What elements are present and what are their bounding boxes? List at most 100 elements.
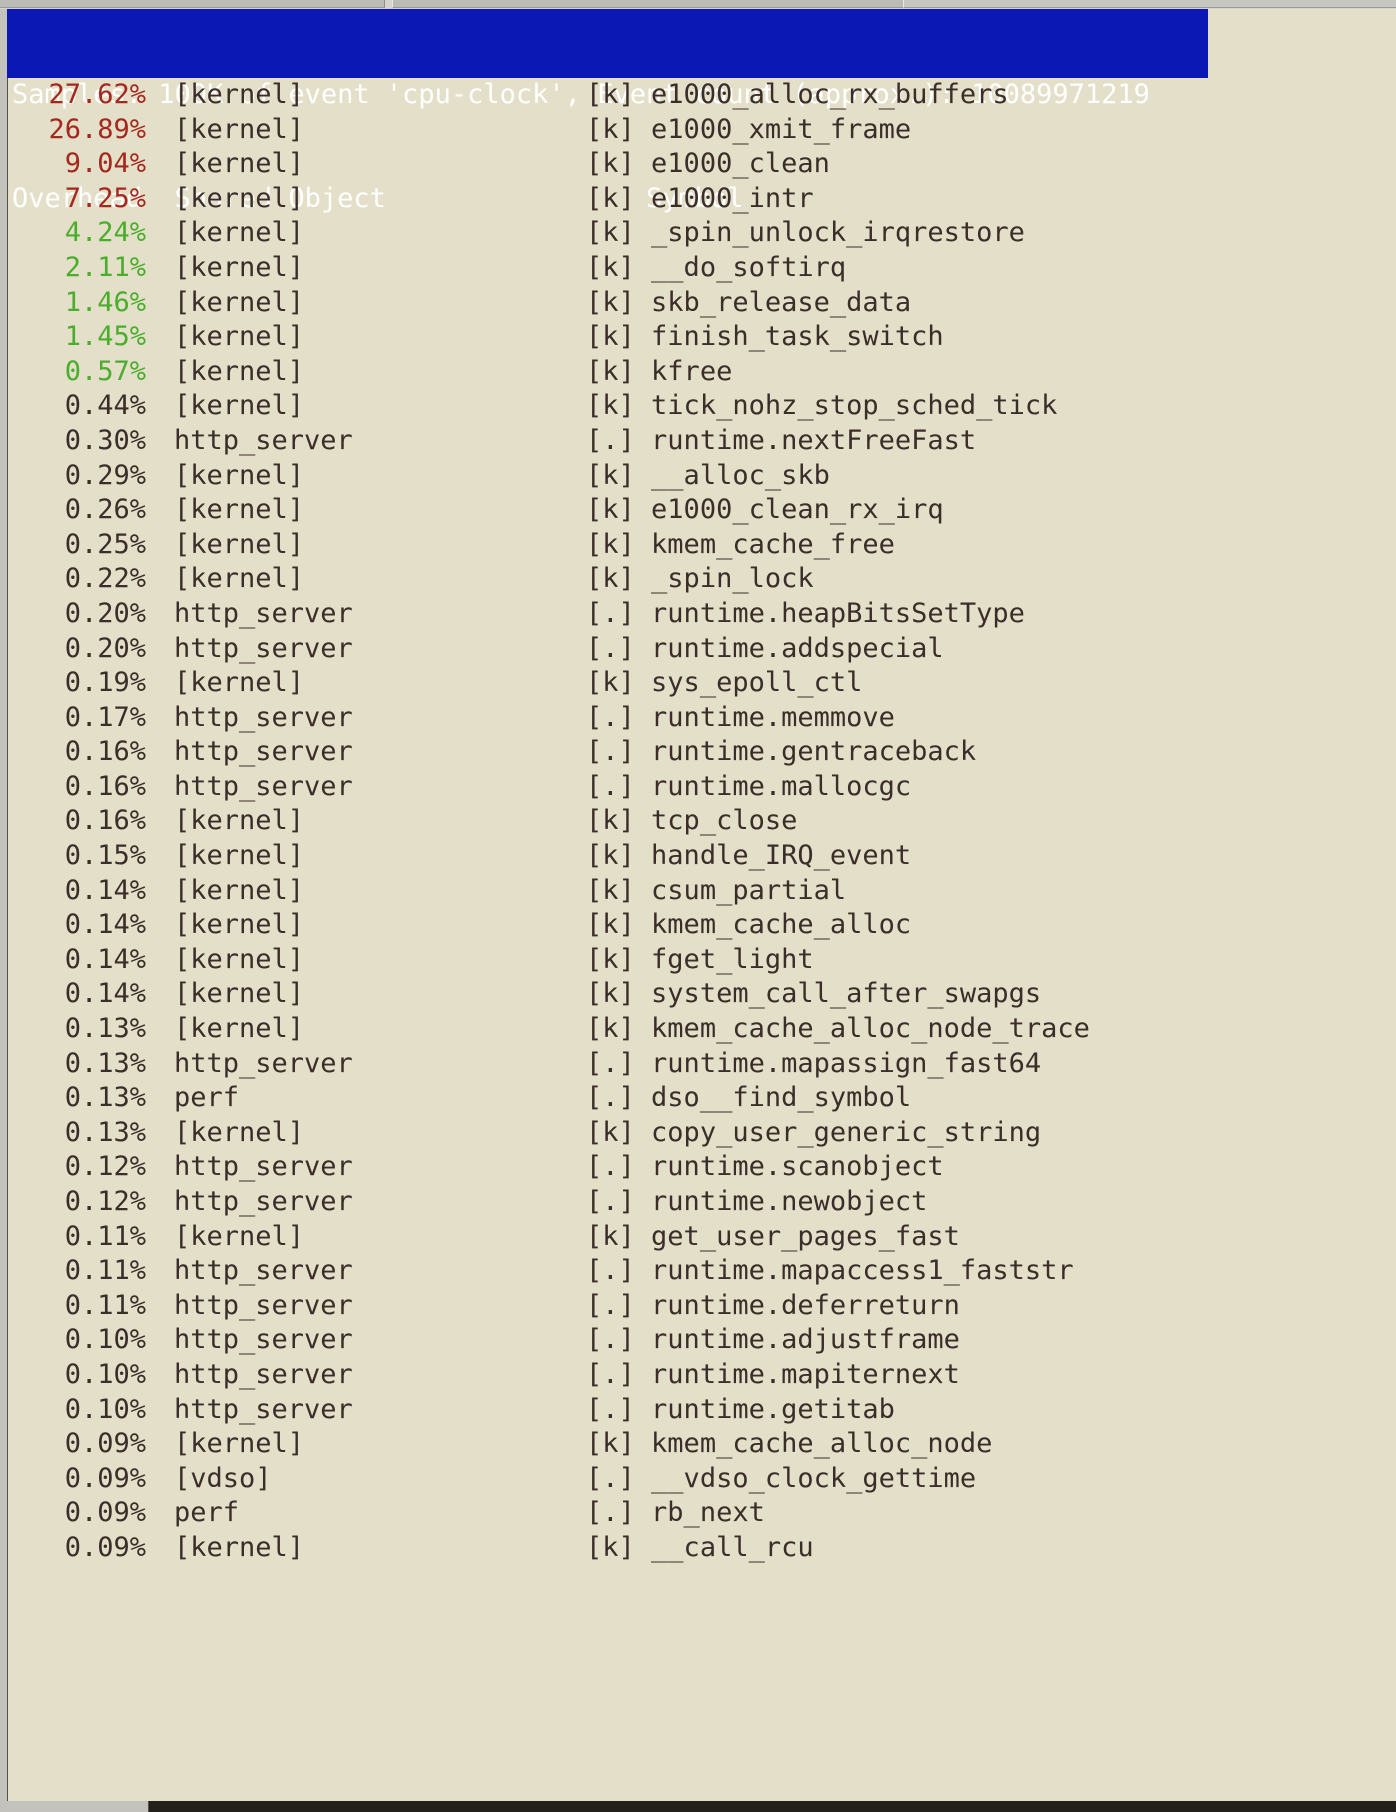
symbol-cell: [.] runtime.memmove xyxy=(586,701,895,736)
overhead-cell: 2.11% xyxy=(64,251,146,283)
table-row[interactable]: 0.57% [kernel] [k] kfree xyxy=(8,355,1396,390)
table-row[interactable]: 0.09% [kernel] [k] kmem_cache_alloc_node xyxy=(8,1427,1396,1462)
table-row[interactable]: 26.89% [kernel] [k] e1000_xmit_frame xyxy=(8,113,1396,148)
window-chrome-tab-left[interactable] xyxy=(0,0,385,8)
symbol-name: sys_epoll_ctl xyxy=(651,667,863,699)
symbol-cell: [.] runtime.gentraceback xyxy=(586,735,976,770)
table-row[interactable]: 0.13% [kernel] [k] kmem_cache_alloc_node_t… xyxy=(8,1012,1396,1047)
table-row[interactable]: 0.14% [kernel] [k] system_call_after_swapg… xyxy=(8,977,1396,1012)
table-row[interactable]: 0.26% [kernel] [k] e1000_clean_rx_irq xyxy=(8,493,1396,528)
table-row[interactable]: 1.46% [kernel] [k] skb_release_data xyxy=(8,286,1396,321)
symbol-name: e1000_intr xyxy=(651,182,814,214)
symbol-kind-tag: [.] xyxy=(586,1151,635,1183)
shared-object-cell: [kernel] xyxy=(174,182,305,214)
table-row[interactable]: 0.14% [kernel] [k] csum_partial xyxy=(8,874,1396,909)
table-row[interactable]: 0.14% [kernel] [k] kmem_cache_alloc xyxy=(8,908,1396,943)
table-row[interactable]: 0.44% [kernel] [k] tick_nohz_stop_sched_ti… xyxy=(8,389,1396,424)
symbol-kind-tag: [k] xyxy=(586,1428,635,1460)
table-row[interactable]: 0.20% http_server [.] runtime.addspecial xyxy=(8,632,1396,667)
table-row[interactable]: 0.14% [kernel] [k] fget_light xyxy=(8,943,1396,978)
window-chrome-tab-middle[interactable] xyxy=(392,0,904,8)
symbol-cell: [.] runtime.mapassign_fast64 xyxy=(586,1047,1041,1082)
table-row[interactable]: 0.30% http_server [.] runtime.nextFreeFast xyxy=(8,424,1396,459)
symbol-name: __call_rcu xyxy=(651,1531,814,1563)
overhead-cell: 0.13% xyxy=(64,1116,146,1148)
table-row[interactable]: 0.09% perf [.] rb_next xyxy=(8,1496,1396,1531)
symbol-cell: [.] runtime.mapaccess1_faststr xyxy=(586,1254,1074,1289)
table-row[interactable]: 0.20% http_server [.] runtime.heapBitsSetT… xyxy=(8,597,1396,632)
shared-object-cell: [kernel] xyxy=(174,1220,305,1252)
symbol-kind-tag: [.] xyxy=(586,1462,635,1494)
table-row[interactable]: 2.11% [kernel] [k] __do_softirq xyxy=(8,251,1396,286)
symbol-cell: [k] e1000_xmit_frame xyxy=(586,113,911,148)
table-row[interactable]: 0.19% [kernel] [k] sys_epoll_ctl xyxy=(8,666,1396,701)
table-row[interactable]: 0.17% http_server [.] runtime.memmove xyxy=(8,701,1396,736)
symbol-name: kfree xyxy=(651,355,733,387)
symbol-name: handle_IRQ_event xyxy=(651,840,912,872)
symbol-cell: [.] runtime.scanobject xyxy=(586,1150,944,1185)
overhead-cell: 0.29% xyxy=(64,459,146,491)
table-row[interactable]: 0.11% http_server [.] runtime.deferreturn xyxy=(8,1289,1396,1324)
window-chrome-strip xyxy=(0,0,1396,9)
table-row[interactable]: 4.24% [kernel] [k] _spin_unlock_irqrestore xyxy=(8,216,1396,251)
window-chrome-tab-right[interactable] xyxy=(903,0,1396,8)
symbol-cell: [k] copy_user_generic_string xyxy=(586,1116,1041,1151)
symbol-name: dso__find_symbol xyxy=(651,1082,912,1114)
symbol-name: runtime.mapassign_fast64 xyxy=(651,1047,1042,1079)
table-row[interactable]: 0.12% http_server [.] runtime.scanobject xyxy=(8,1150,1396,1185)
overhead-cell: 0.26% xyxy=(64,494,146,526)
table-row[interactable]: 9.04% [kernel] [k] e1000_clean xyxy=(8,147,1396,182)
table-row[interactable]: 0.25% [kernel] [k] kmem_cache_free xyxy=(8,528,1396,563)
symbol-kind-tag: [k] xyxy=(586,113,635,145)
table-row[interactable]: 0.11% http_server [.] runtime.mapaccess1_f… xyxy=(8,1254,1396,1289)
table-row[interactable]: 0.16% http_server [.] runtime.mallocgc xyxy=(8,770,1396,805)
shared-object-cell: perf xyxy=(174,1082,240,1114)
table-row[interactable]: 0.13% perf [.] dso__find_symbol xyxy=(8,1081,1396,1116)
table-row[interactable]: 27.62% [kernel] [k] e1000_alloc_rx_buffers xyxy=(8,78,1396,113)
table-row[interactable]: 0.16% http_server [.] runtime.gentraceback xyxy=(8,735,1396,770)
shared-object-cell: [kernel] xyxy=(174,148,305,180)
overhead-cell: 0.14% xyxy=(64,909,146,941)
shared-object-cell: http_server xyxy=(174,1324,353,1356)
table-row[interactable]: 0.13% http_server [.] runtime.mapassign_fa… xyxy=(8,1047,1396,1082)
symbol-kind-tag: [k] xyxy=(586,355,635,387)
symbol-kind-tag: [.] xyxy=(586,1047,635,1079)
symbol-cell: [k] e1000_clean xyxy=(586,147,830,182)
overhead-cell: 26.89% xyxy=(48,113,146,145)
table-row[interactable]: 0.22% [kernel] [k] _spin_lock xyxy=(8,562,1396,597)
table-row[interactable]: 0.11% [kernel] [k] get_user_pages_fast xyxy=(8,1220,1396,1255)
terminal-bottom-strip xyxy=(0,1801,1396,1812)
table-row[interactable]: 7.25% [kernel] [k] e1000_intr xyxy=(8,182,1396,217)
shared-object-cell: [kernel] xyxy=(174,563,305,595)
symbol-kind-tag: [.] xyxy=(586,1255,635,1287)
shared-object-cell: [kernel] xyxy=(174,286,305,318)
overhead-cell: 0.10% xyxy=(64,1358,146,1390)
symbol-kind-tag: [k] xyxy=(586,217,635,249)
table-row[interactable]: 0.16% [kernel] [k] tcp_close xyxy=(8,804,1396,839)
table-row[interactable]: 1.45% [kernel] [k] finish_task_switch xyxy=(8,320,1396,355)
table-row[interactable]: 0.29% [kernel] [k] __alloc_skb xyxy=(8,459,1396,494)
table-row[interactable]: 0.10% http_server [.] runtime.mapiternext xyxy=(8,1358,1396,1393)
symbol-cell: [k] tcp_close xyxy=(586,804,797,839)
table-row[interactable]: 0.09% [vdso] [.] __vdso_clock_gettime xyxy=(8,1462,1396,1497)
shared-object-cell: [kernel] xyxy=(174,251,305,283)
symbol-kind-tag: [.] xyxy=(586,424,635,456)
symbol-name: e1000_alloc_rx_buffers xyxy=(651,79,1009,110)
shared-object-cell: [kernel] xyxy=(174,667,305,699)
overhead-cell: 9.04% xyxy=(64,148,146,180)
symbol-cell: [k] _spin_unlock_irqrestore xyxy=(586,216,1025,251)
table-row[interactable]: 0.10% http_server [.] runtime.getitab xyxy=(8,1393,1396,1428)
shared-object-cell: http_server xyxy=(174,1393,353,1425)
profile-row-list[interactable]: 27.62% [kernel] [k] e1000_alloc_rx_buffers… xyxy=(8,78,1396,1808)
shared-object-cell: [kernel] xyxy=(174,113,305,145)
table-row[interactable]: 0.09% [kernel] [k] __call_rcu xyxy=(8,1531,1396,1566)
symbol-cell: [k] kmem_cache_alloc xyxy=(586,908,911,943)
symbol-kind-tag: [.] xyxy=(586,1393,635,1425)
symbol-kind-tag: [k] xyxy=(586,528,635,560)
table-row[interactable]: 0.12% http_server [.] runtime.newobject xyxy=(8,1185,1396,1220)
perf-report-terminal: Samples: 100K of event 'cpu-clock', Even… xyxy=(0,9,1396,1812)
table-row[interactable]: 0.15% [kernel] [k] handle_IRQ_event xyxy=(8,839,1396,874)
shared-object-cell: [kernel] xyxy=(174,355,305,387)
table-row[interactable]: 0.13% [kernel] [k] copy_user_generic_strin… xyxy=(8,1116,1396,1151)
table-row[interactable]: 0.10% http_server [.] runtime.adjustframe xyxy=(8,1323,1396,1358)
